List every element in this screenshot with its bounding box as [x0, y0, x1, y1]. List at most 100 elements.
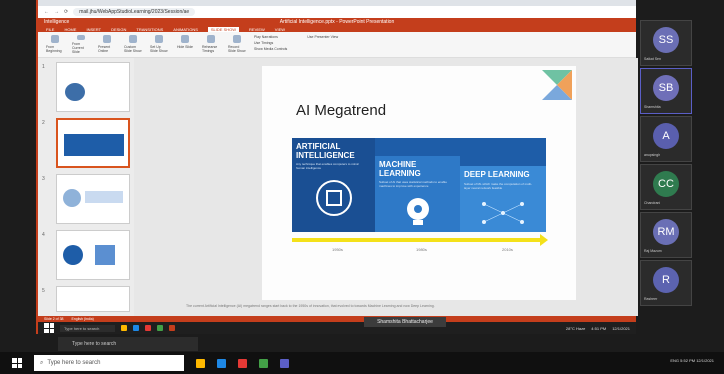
presenter-view-checkbox[interactable]: Use Presenter View	[307, 35, 338, 39]
avatar: A	[653, 123, 679, 149]
weather-text: 28°C Haze	[565, 325, 586, 331]
avatar: SS	[653, 27, 679, 53]
thumb-preview	[95, 245, 115, 265]
use-timings-checkbox[interactable]: Use Timings	[254, 41, 287, 45]
participant-name: Raj Mazum	[644, 249, 662, 253]
app-icon[interactable]	[238, 358, 247, 368]
hide-slide-button[interactable]: Hide Slide	[176, 35, 194, 54]
file-explorer-icon[interactable]	[121, 325, 128, 331]
forward-icon[interactable]: →	[54, 9, 59, 15]
thumb-number: 1	[42, 64, 45, 70]
app-icon[interactable]	[145, 325, 152, 331]
speaker-notes[interactable]: The current Artificial Intelligence (AI)…	[186, 304, 435, 308]
local-search-input[interactable]: Type here to search	[58, 337, 198, 351]
lightbulb-gear-icon	[407, 198, 429, 225]
tab-animations[interactable]: ANIMATIONS	[173, 27, 198, 32]
dl-block: DEEP LEARNING Subset of ML which make th…	[460, 166, 546, 232]
ml-description: Subset of AI that uses statistical metho…	[379, 180, 447, 188]
chrome-icon[interactable]	[157, 325, 164, 331]
back-icon[interactable]: ←	[44, 9, 49, 15]
slide-thumbnail[interactable]	[56, 174, 130, 224]
slides-icon	[129, 35, 137, 43]
dl-description: Subset of ML which make the computation …	[464, 182, 532, 190]
participant-name: anupsingh	[644, 153, 661, 157]
year-label: 1950s	[332, 247, 343, 252]
slide-thumbnail-selected[interactable]	[56, 118, 130, 168]
local-taskbar: ⌕ Type here to search ENG 5:52 PM 12/1/2…	[0, 352, 724, 374]
reload-icon[interactable]: ⟳	[64, 9, 68, 15]
year-label: 1980s	[416, 247, 427, 252]
clock-time[interactable]: 5:52 PM	[680, 358, 695, 363]
language-indicator: English (India)	[71, 317, 94, 321]
participant-tile[interactable]: SS Saikat Sen	[640, 20, 692, 66]
setup-show-button[interactable]: Set Up Slide Show	[150, 35, 168, 54]
browser-window: ← → ⟳ mail.jhu/WebAppStudioLearning/2023…	[36, 0, 638, 334]
teams-icon[interactable]	[280, 358, 289, 368]
tab-design[interactable]: DESIGN	[111, 27, 126, 32]
play-icon	[77, 35, 85, 40]
file-explorer-icon[interactable]	[196, 358, 205, 368]
record-button[interactable]: Record Slide Show	[228, 35, 246, 54]
participant-tile[interactable]: RM Raj Mazum	[640, 212, 692, 258]
participant-tile[interactable]: A anupsingh	[640, 116, 692, 162]
from-beginning-button[interactable]: From Beginning	[46, 35, 64, 54]
participants-panel: SS Saikat Sen SB Shamshita A anupsingh C…	[640, 20, 694, 340]
thumb-preview	[64, 134, 124, 156]
language-indicator[interactable]: ENG	[670, 358, 679, 363]
clock-date[interactable]: 12/1/2021	[696, 358, 714, 363]
url-field[interactable]: mail.jhu/WebAppStudioLearning/2023/Sessi…	[73, 8, 196, 16]
tab-view[interactable]: VIEW	[275, 27, 285, 32]
participant-tile[interactable]: SB Shamshita	[640, 68, 692, 114]
slide-title: AI Megatrend	[296, 102, 387, 119]
avatar: R	[653, 267, 679, 293]
thumb-number: 5	[42, 288, 45, 294]
powerpoint-icon[interactable]	[169, 325, 176, 331]
ai-block: ARTIFICIAL INTELLIGENCE Any technique th…	[292, 138, 375, 232]
avatar: CC	[653, 171, 679, 197]
search-icon: ⌕	[40, 359, 44, 366]
slide-thumbnail[interactable]	[56, 230, 130, 280]
custom-show-button[interactable]: Custom Slide Show	[124, 35, 142, 54]
logo-icon	[65, 83, 85, 101]
ppt-app-label: Intelligence	[44, 19, 70, 25]
participant-tile[interactable]: CC Chandrani	[640, 164, 692, 210]
taskbar-search-input[interactable]: ⌕ Type here to search	[34, 355, 184, 371]
participant-name: Shamshita	[644, 105, 661, 109]
rehearse-button[interactable]: Rehearse Timings	[202, 35, 220, 54]
document-title: Artificial Intelligence.pptx - PowerPoin…	[279, 19, 395, 25]
show-media-checkbox[interactable]: Show Media Controls	[254, 47, 287, 51]
system-tray: ENG 5:52 PM 12/1/2021	[670, 358, 714, 363]
neural-network-icon	[482, 202, 524, 224]
tab-home[interactable]: HOME	[64, 27, 76, 32]
slide[interactable]: AI Megatrend ARTIFICIAL INTELLIGENCE Any…	[262, 66, 576, 300]
present-online-button[interactable]: Present Online	[98, 35, 116, 54]
edge-icon[interactable]	[133, 325, 140, 331]
globe-icon	[103, 35, 111, 43]
ppt-title-bar: Intelligence Artificial Intelligence.ppt…	[38, 18, 636, 26]
windows-start-icon[interactable]	[12, 358, 22, 368]
remote-search-input[interactable]: Type here to search	[60, 324, 116, 332]
record-icon	[233, 35, 241, 43]
edge-icon[interactable]	[217, 358, 226, 368]
chrome-icon[interactable]	[259, 358, 268, 368]
slide-thumbnail[interactable]	[56, 286, 130, 312]
from-current-button[interactable]: From Current Slide	[72, 35, 90, 54]
thumb-preview	[63, 189, 81, 207]
tab-slide-show[interactable]: SLIDE SHOW	[207, 26, 240, 32]
address-bar[interactable]: ← → ⟳ mail.jhu/WebAppStudioLearning/2023…	[38, 6, 636, 18]
slide-counter: Slide 2 of 38	[44, 317, 64, 321]
windows-start-icon[interactable]	[44, 323, 54, 333]
tab-transitions[interactable]: TRANSITIONS	[136, 27, 163, 32]
hide-icon	[181, 35, 189, 43]
monitor-group: Use Presenter View	[307, 35, 338, 54]
tab-insert[interactable]: INSERT	[86, 27, 101, 32]
participant-tile[interactable]: R Rasheer	[640, 260, 692, 306]
remote-clock-date: 12/1/2021	[612, 325, 630, 331]
tab-file[interactable]: FILE	[46, 27, 54, 32]
timeline-arrow-icon	[540, 234, 548, 246]
tab-review[interactable]: REVIEW	[249, 27, 265, 32]
year-label: 2010s	[502, 247, 513, 252]
participant-name: Saikat Sen	[644, 57, 661, 61]
slide-thumbnail[interactable]	[56, 62, 130, 112]
play-narrations-checkbox[interactable]: Play Narrations	[254, 35, 287, 39]
